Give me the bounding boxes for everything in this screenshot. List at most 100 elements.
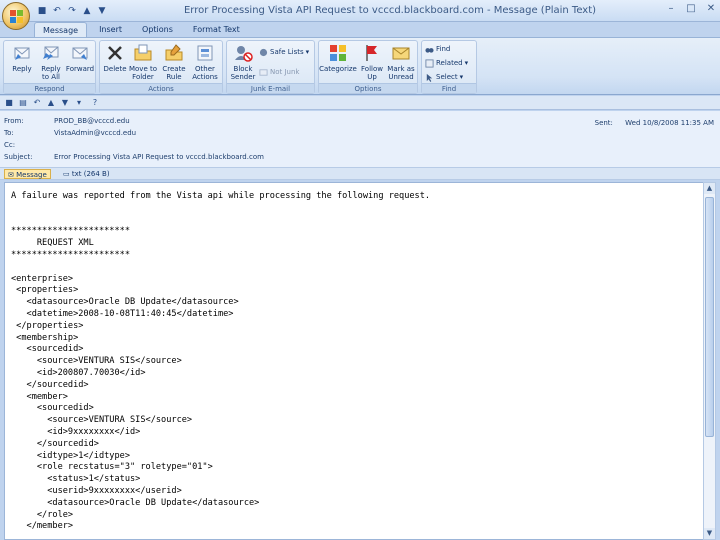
binoculars-icon	[425, 47, 434, 53]
delete-icon	[108, 46, 122, 60]
message-attachment-tab[interactable]: ✉ Message	[4, 169, 51, 179]
sent-label: Sent:	[594, 119, 613, 127]
forward-button[interactable]: Forward	[63, 43, 97, 73]
select-button[interactable]: Select ▾	[425, 72, 463, 82]
reply-icon	[14, 47, 30, 60]
categorize-icon	[330, 45, 346, 61]
office-button[interactable]	[2, 2, 30, 30]
forward-icon	[72, 47, 88, 60]
block-sender-button[interactable]: Block Sender	[226, 43, 260, 81]
txt-attachment[interactable]: ▭ txt (264 B)	[60, 169, 113, 179]
flag-icon	[366, 45, 377, 61]
down-arrow-icon[interactable]: ▼	[60, 98, 70, 108]
body-line: <status>1</status>	[11, 474, 141, 485]
body-line: <member>	[11, 391, 68, 402]
window-controls: – □ ✕	[666, 3, 716, 14]
create-rule-button[interactable]: Create Rule	[157, 43, 191, 81]
tab-message[interactable]: Message	[34, 22, 88, 38]
sent-row: Sent: Wed 10/8/2008 11:35 AM	[595, 119, 714, 127]
body-line: <datasource>Oracle DB Update</datasource…	[11, 297, 239, 308]
scroll-up-icon[interactable]: ▲	[704, 183, 715, 194]
body-line: <datetime>2008-10-08T11:40:45</datetime>	[11, 308, 234, 319]
find-group-label: Find	[422, 83, 476, 93]
tab-format-text[interactable]: Format Text	[185, 22, 248, 38]
subject-row: Subject: Error Processing Vista API Requ…	[4, 153, 264, 164]
folder-move-icon	[134, 44, 152, 61]
safe-lists-button[interactable]: Safe Lists ▾	[259, 47, 309, 57]
dropdown-arrow-icon: ▾	[305, 48, 310, 56]
body-line: <source>VENTURA SIS</source>	[11, 415, 193, 426]
junk-email-group-label: Junk E-mail	[227, 83, 314, 93]
scroll-down-icon[interactable]: ▼	[704, 528, 715, 539]
to-value[interactable]: VistaAdmin@vcccd.edu	[54, 129, 136, 140]
respond-group: Reply Reply to All Forward Respond	[3, 40, 96, 94]
body-line: REQUEST XML	[11, 238, 94, 249]
save-icon[interactable]: ■	[4, 98, 14, 108]
print-icon[interactable]: ▤	[18, 98, 28, 108]
body-line	[11, 215, 430, 227]
message-body-text: A failure was reported from the Vista ap…	[11, 191, 430, 533]
envelope-unread-icon	[392, 47, 410, 60]
undo-icon[interactable]: ↶	[32, 98, 42, 108]
body-line: A failure was reported from the Vista ap…	[11, 191, 431, 201]
body-line: <properties>	[11, 285, 79, 296]
body-line: <sourcedid>	[11, 344, 84, 355]
window-title: Error Processing Vista API Request to vc…	[183, 5, 597, 16]
body-line: <enterprise>	[11, 273, 74, 284]
body-line: <datasource>Oracle DB Update</datasource…	[11, 497, 260, 508]
body-line: <id>200807.70030</id>	[11, 367, 146, 378]
categorize-button[interactable]: Categorize	[319, 43, 357, 73]
body-line: </properties>	[11, 320, 84, 331]
other-actions-button[interactable]: Other Actions	[188, 43, 222, 81]
toolbar-dropdown-icon[interactable]: ▾	[74, 98, 84, 108]
other-actions-icon	[197, 45, 213, 61]
body-line: <id>9xxxxxxxx</id>	[11, 426, 141, 437]
from-value[interactable]: PROD_BB@vcccd.edu	[54, 117, 130, 128]
text-file-icon: ▭	[63, 170, 70, 178]
to-label: To:	[4, 129, 14, 137]
subject-value: Error Processing Vista API Request to vc…	[54, 153, 264, 161]
body-line: ***********************	[11, 249, 130, 260]
body-line: </member>	[11, 521, 74, 532]
tab-options[interactable]: Options	[134, 22, 181, 38]
close-icon[interactable]: ✕	[706, 3, 716, 14]
options-group: Categorize Follow Up Mark as Unread Opti…	[318, 40, 418, 94]
create-rule-icon	[165, 44, 183, 61]
body-line: ***********************	[11, 226, 130, 237]
body-line: </sourcedid>	[11, 379, 89, 390]
help-icon[interactable]: ?	[90, 98, 100, 108]
body-line: </sourcedid>	[11, 438, 99, 449]
find-group: Find Related ▾ Select ▾ Find	[421, 40, 477, 94]
not-junk-button[interactable]: Not Junk	[259, 67, 299, 77]
related-button[interactable]: Related ▾	[425, 58, 468, 68]
mark-as-unread-button[interactable]: Mark as Unread	[384, 43, 418, 81]
body-line	[11, 262, 430, 274]
vertical-scrollbar[interactable]: ▲ ▼	[703, 182, 716, 540]
maximize-icon[interactable]: □	[686, 3, 696, 14]
tab-insert[interactable]: Insert	[91, 22, 130, 38]
ribbon-tabs: Message Insert Options Format Text	[34, 22, 248, 38]
not-junk-icon	[259, 68, 268, 76]
body-line: <role recstatus="3" roletype="01">	[11, 462, 213, 473]
message-toolbar: ■ ▤ ↶ ▲ ▼ ▾ ?	[0, 96, 720, 110]
up-arrow-icon[interactable]: ▲	[46, 98, 56, 108]
minimize-icon[interactable]: –	[666, 3, 676, 14]
scroll-thumb[interactable]	[705, 197, 714, 437]
message-header: From: PROD_BB@vcccd.edu To: VistaAdmin@v…	[0, 111, 720, 167]
ribbon: Reply Reply to All Forward Respond Delet…	[0, 37, 720, 95]
body-line: <sourcedid>	[11, 403, 94, 414]
options-group-label: Options	[319, 83, 417, 93]
title-bar: ■ ↶ ↷ ▲ ▼ Error Processing Vista API Req…	[0, 0, 720, 22]
block-sender-icon	[235, 46, 253, 62]
move-to-folder-button[interactable]: Move to Folder	[126, 43, 160, 81]
from-label: From:	[4, 117, 24, 125]
find-button[interactable]: Find	[425, 44, 450, 54]
envelope-icon: ✉	[8, 171, 14, 179]
cc-row: Cc:	[4, 141, 54, 152]
respond-group-label: Respond	[4, 83, 95, 93]
body-line	[11, 203, 430, 215]
sent-value: Wed 10/8/2008 11:35 AM	[625, 119, 714, 127]
body-line: </role>	[11, 509, 74, 520]
message-body[interactable]: A failure was reported from the Vista ap…	[4, 182, 704, 540]
safe-lists-icon	[259, 48, 268, 56]
